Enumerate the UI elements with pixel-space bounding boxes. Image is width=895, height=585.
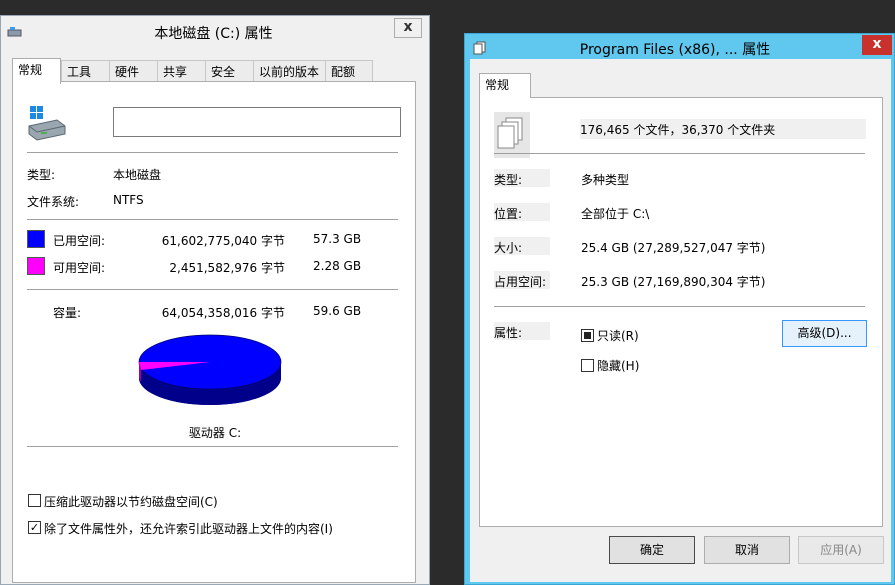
hidden-label[interactable]: 隐藏(H) <box>597 357 639 374</box>
filesystem-label: 文件系统: <box>27 195 80 209</box>
tab-general[interactable]: 常规 <box>479 73 531 98</box>
advanced-button[interactable]: 高级(D)... <box>782 320 867 347</box>
type-label: 类型: <box>494 169 550 187</box>
free-space-label: 可用空间: <box>53 261 106 275</box>
compress-label[interactable]: 压缩此驱动器以节约磁盘空间(C) <box>44 493 218 510</box>
general-panel: 类型: 本地磁盘 文件系统: NTFS 已用空间: 61,602,775,040… <box>12 81 416 583</box>
folder-properties-window: Program Files (x86), ... 属性 x 常规 176,465… <box>464 33 895 585</box>
apply-button[interactable]: 应用(A) <box>798 536 884 564</box>
title-bar: 本地磁盘 (C:) 属性 x <box>1 16 429 48</box>
size-on-disk-label: 占用空间: <box>494 271 550 289</box>
close-button[interactable]: x <box>394 18 422 38</box>
attributes-label: 属性: <box>494 322 550 340</box>
divider <box>494 306 865 307</box>
drive-label: 驱动器 C: <box>188 426 242 440</box>
general-panel: 176,465 个文件，36,370 个文件夹 类型: 多种类型 位置: 全部位… <box>479 97 883 527</box>
index-label[interactable]: 除了文件属性外，还允许索引此驱动器上文件的内容(I) <box>44 520 333 537</box>
location-label: 位置: <box>494 203 550 221</box>
multiple-files-icon <box>494 112 530 158</box>
tab-general[interactable]: 常规 <box>12 58 61 84</box>
size-on-disk-value: 25.3 GB (27,169,890,304 字节) <box>581 275 766 289</box>
free-space-bytes: 2,451,582,976 字节 <box>169 261 285 275</box>
hidden-checkbox[interactable] <box>581 359 594 372</box>
drive-properties-window: 本地磁盘 (C:) 属性 x 常规 工具 硬件 共享 安全 以前的版本 配额 类… <box>0 15 430 585</box>
close-button[interactable]: x <box>862 35 892 55</box>
window-title: 本地磁盘 (C:) 属性 <box>154 26 273 42</box>
tab-quota[interactable]: 配额 <box>325 60 373 81</box>
used-space-bytes: 61,602,775,040 字节 <box>161 234 285 248</box>
drive-large-icon <box>27 106 67 142</box>
file-count-summary: 176,465 个文件，36,370 个文件夹 <box>580 119 866 139</box>
tab-security[interactable]: 安全 <box>205 60 254 81</box>
ok-button[interactable]: 确定 <box>609 536 695 564</box>
used-space-gb: 57.3 GB <box>313 232 362 246</box>
capacity-bytes: 64,054,358,016 字节 <box>161 306 285 320</box>
divider <box>27 219 398 220</box>
readonly-checkbox[interactable] <box>581 329 594 342</box>
type-value: 多种类型 <box>581 173 630 187</box>
free-space-gb: 2.28 GB <box>313 259 362 273</box>
index-checkbox[interactable]: ✓ <box>28 521 41 534</box>
divider <box>27 446 398 447</box>
type-value: 本地磁盘 <box>113 168 162 182</box>
divider <box>27 289 398 290</box>
tab-previous-versions[interactable]: 以前的版本 <box>253 60 326 81</box>
used-space-label: 已用空间: <box>53 234 106 248</box>
capacity-label: 容量: <box>53 306 82 320</box>
capacity-gb: 59.6 GB <box>313 304 362 318</box>
filesystem-value: NTFS <box>113 193 144 207</box>
dialog-body: 常规 176,465 个文件，36,370 个文件夹 类型: 多种类型 位置: … <box>470 59 891 582</box>
compress-checkbox[interactable] <box>28 494 41 507</box>
window-title: Program Files (x86), ... 属性 <box>579 42 771 58</box>
disk-usage-pie <box>138 334 282 405</box>
used-space-swatch <box>27 230 45 248</box>
size-label: 大小: <box>494 237 550 255</box>
divider <box>494 153 865 154</box>
cancel-button[interactable]: 取消 <box>704 536 790 564</box>
size-value: 25.4 GB (27,289,527,047 字节) <box>581 241 766 255</box>
tab-sharing[interactable]: 共享 <box>157 60 206 81</box>
location-value: 全部位于 C:\ <box>581 207 650 221</box>
volume-name-input[interactable] <box>113 107 401 137</box>
divider <box>27 152 398 153</box>
type-label: 类型: <box>27 168 56 182</box>
readonly-label[interactable]: 只读(R) <box>597 327 639 344</box>
free-space-swatch <box>27 257 45 275</box>
tab-hardware[interactable]: 硬件 <box>109 60 158 81</box>
tab-tools[interactable]: 工具 <box>61 60 110 81</box>
